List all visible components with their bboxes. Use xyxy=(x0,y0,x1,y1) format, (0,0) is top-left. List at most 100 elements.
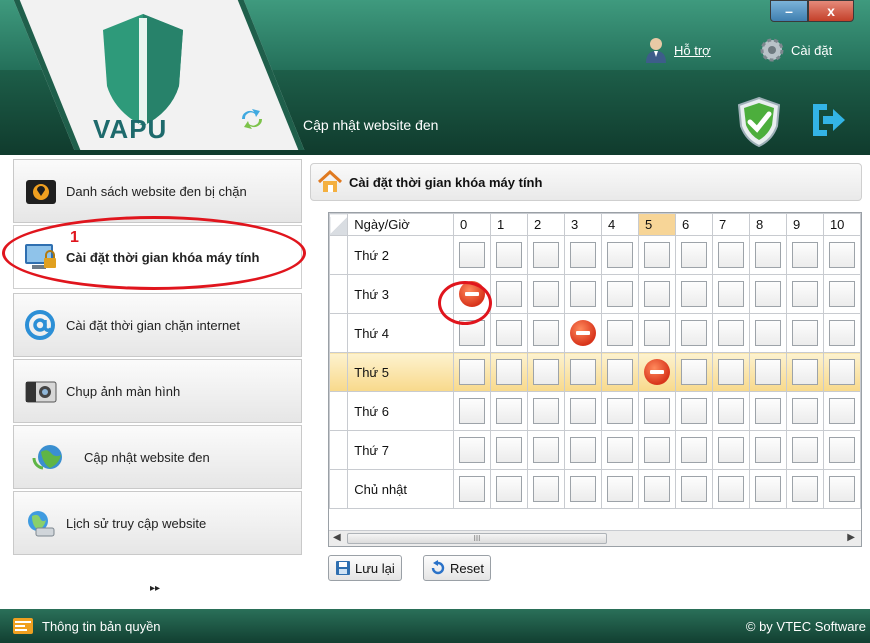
hour-checkbox[interactable] xyxy=(532,242,559,268)
hour-checkbox[interactable] xyxy=(828,242,855,268)
sync-icon[interactable] xyxy=(238,108,266,130)
hour-checkbox[interactable] xyxy=(569,398,596,424)
scroll-left-arrow-icon[interactable]: ◀ xyxy=(333,532,341,543)
reset-button[interactable]: Reset xyxy=(423,555,491,581)
table-row[interactable]: Thứ 3 xyxy=(329,274,861,314)
hour-checkbox[interactable] xyxy=(754,437,781,463)
hour-checkbox[interactable] xyxy=(495,242,522,268)
hour-checkbox[interactable] xyxy=(569,242,596,268)
hour-checkbox[interactable] xyxy=(791,398,818,424)
hour-checkbox[interactable] xyxy=(606,476,633,502)
hour-checkbox[interactable] xyxy=(569,359,596,385)
hour-checkbox[interactable] xyxy=(791,242,818,268)
hour-checkbox[interactable] xyxy=(717,437,744,463)
hour-checkbox[interactable] xyxy=(828,281,855,307)
table-row[interactable]: Thứ 7 xyxy=(329,430,861,470)
hour-checkbox[interactable] xyxy=(828,398,855,424)
hour-checkbox[interactable] xyxy=(791,476,818,502)
hour-checkbox[interactable] xyxy=(458,242,485,268)
hour-checkbox[interactable] xyxy=(569,476,596,502)
hour-checkbox[interactable] xyxy=(495,359,522,385)
hour-checkbox[interactable] xyxy=(828,476,855,502)
hour-checkbox[interactable] xyxy=(495,476,522,502)
hour-checkbox[interactable] xyxy=(458,437,485,463)
close-button[interactable]: x xyxy=(808,0,854,22)
hour-checkbox[interactable] xyxy=(680,281,707,307)
hour-checkbox[interactable] xyxy=(754,476,781,502)
hour-checkbox[interactable] xyxy=(532,281,559,307)
sidebar-item-history[interactable]: Lịch sử truy cập website xyxy=(13,491,302,555)
hour-checkbox[interactable] xyxy=(606,398,633,424)
scroll-right-arrow-icon[interactable]: ▶ xyxy=(847,532,855,543)
hour-checkbox[interactable] xyxy=(680,242,707,268)
row-selector[interactable] xyxy=(329,430,349,470)
hour-checkbox[interactable] xyxy=(532,398,559,424)
table-row[interactable]: Thứ 6 xyxy=(329,391,861,431)
support-link[interactable]: Hỗ trợ xyxy=(644,37,711,63)
hour-checkbox[interactable] xyxy=(754,281,781,307)
horizontal-scrollbar[interactable]: ◀ III ▶ xyxy=(329,530,861,546)
sidebar-expand-arrows[interactable]: ▸▸ xyxy=(150,583,160,594)
hour-checkbox[interactable] xyxy=(495,437,522,463)
hour-checkbox[interactable] xyxy=(643,437,670,463)
hour-checkbox[interactable] xyxy=(791,281,818,307)
hour-checkbox[interactable] xyxy=(532,359,559,385)
hour-checkbox[interactable] xyxy=(791,437,818,463)
hour-checkbox[interactable] xyxy=(754,320,781,346)
minimize-button[interactable]: – xyxy=(770,0,808,22)
hour-checkbox[interactable] xyxy=(495,281,522,307)
hour-checkbox[interactable] xyxy=(680,320,707,346)
hour-checkbox[interactable] xyxy=(680,437,707,463)
update-blacklist-label[interactable]: Cập nhật website đen xyxy=(303,117,438,133)
hour-checkbox[interactable] xyxy=(754,242,781,268)
hour-checkbox[interactable] xyxy=(754,359,781,385)
hour-checkbox[interactable] xyxy=(680,359,707,385)
hour-checkbox[interactable] xyxy=(717,359,744,385)
hour-checkbox[interactable] xyxy=(606,437,633,463)
blocked-icon[interactable] xyxy=(643,359,670,385)
table-row[interactable]: Chủ nhật xyxy=(329,469,861,509)
hour-checkbox[interactable] xyxy=(458,398,485,424)
row-selector[interactable] xyxy=(329,313,349,353)
hour-checkbox[interactable] xyxy=(717,320,744,346)
row-selector[interactable] xyxy=(329,469,349,509)
hour-checkbox[interactable] xyxy=(643,320,670,346)
hour-checkbox[interactable] xyxy=(717,281,744,307)
row-selector[interactable] xyxy=(329,274,349,314)
hour-checkbox[interactable] xyxy=(717,476,744,502)
hour-checkbox[interactable] xyxy=(606,320,633,346)
table-row[interactable]: Thứ 2 xyxy=(329,235,861,275)
hour-checkbox[interactable] xyxy=(458,359,485,385)
hour-checkbox[interactable] xyxy=(606,281,633,307)
save-button[interactable]: Lưu lại xyxy=(328,555,402,581)
hour-checkbox[interactable] xyxy=(606,359,633,385)
hour-checkbox[interactable] xyxy=(458,476,485,502)
hour-checkbox[interactable] xyxy=(828,359,855,385)
exit-icon[interactable] xyxy=(807,100,847,140)
hour-checkbox[interactable] xyxy=(643,281,670,307)
hour-checkbox[interactable] xyxy=(791,320,818,346)
blocked-icon[interactable] xyxy=(569,320,596,346)
hour-checkbox[interactable] xyxy=(791,359,818,385)
row-selector[interactable] xyxy=(329,391,349,431)
hour-checkbox[interactable] xyxy=(828,437,855,463)
hour-checkbox[interactable] xyxy=(828,320,855,346)
hour-checkbox[interactable] xyxy=(495,398,522,424)
table-row[interactable]: Thứ 4 xyxy=(329,313,861,353)
hour-checkbox[interactable] xyxy=(532,437,559,463)
hour-checkbox[interactable] xyxy=(532,476,559,502)
hour-checkbox[interactable] xyxy=(717,242,744,268)
hour-checkbox[interactable] xyxy=(569,281,596,307)
hour-checkbox[interactable] xyxy=(495,320,522,346)
hour-checkbox[interactable] xyxy=(643,398,670,424)
license-link[interactable]: Thông tin bản quyền xyxy=(12,617,161,635)
hour-checkbox[interactable] xyxy=(717,398,744,424)
row-selector[interactable] xyxy=(329,352,349,392)
settings-link[interactable]: Cài đặt xyxy=(757,37,832,63)
sidebar-item-screenshot[interactable]: Chụp ảnh màn hình xyxy=(13,359,302,423)
hour-checkbox[interactable] xyxy=(680,476,707,502)
hour-checkbox[interactable] xyxy=(680,398,707,424)
hour-checkbox[interactable] xyxy=(569,437,596,463)
hour-checkbox[interactable] xyxy=(754,398,781,424)
hour-checkbox[interactable] xyxy=(606,242,633,268)
